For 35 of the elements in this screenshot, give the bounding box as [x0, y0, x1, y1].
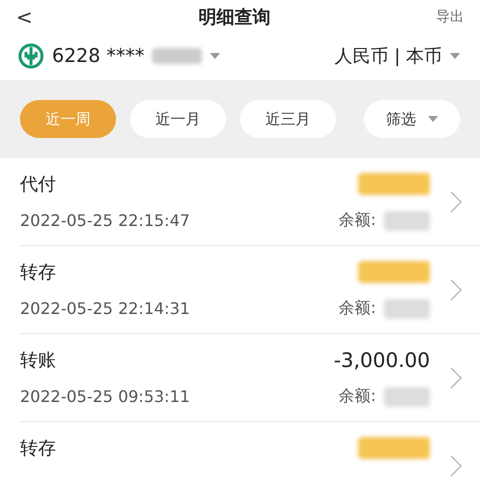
filter-tab[interactable]: 筛选 — [364, 100, 460, 138]
export-button[interactable]: 导出 — [436, 8, 464, 26]
caret-icon — [450, 53, 460, 59]
transaction-row[interactable]: 转存 — [20, 422, 480, 480]
chevron-right-icon — [450, 366, 462, 388]
page-title: 明细查询 — [198, 6, 270, 29]
chevron-right-icon — [450, 278, 462, 300]
transaction-row[interactable]: 转账 -3,000.00 2022-05-25 09:53:11 余额: — [20, 334, 480, 422]
transaction-amount: -3,000.00 — [334, 348, 430, 372]
filter-tab[interactable]: 近三月 — [240, 100, 336, 138]
transaction-row[interactable]: 代付 2022-05-25 22:15:47 余额: — [20, 158, 480, 246]
account-number[interactable]: 6228 **** — [52, 45, 144, 67]
back-button[interactable]: < — [16, 5, 33, 29]
balance-label: 余额: — [338, 298, 376, 319]
transaction-row[interactable]: 转存 2022-05-25 22:14:31 余额: — [20, 246, 480, 334]
filter-tab[interactable]: 近一月 — [130, 100, 226, 138]
redacted-mark — [384, 210, 430, 230]
redacted-mark — [152, 48, 202, 64]
redacted-mark — [384, 298, 430, 318]
transaction-type: 转账 — [20, 348, 56, 372]
currency-selector[interactable]: 人民币 | 本币 — [334, 44, 442, 68]
caret-icon — [210, 53, 220, 59]
transaction-time: 2022-05-25 09:53:11 — [20, 387, 190, 406]
chevron-right-icon — [450, 454, 462, 476]
redacted-mark — [384, 386, 430, 406]
caret-icon — [428, 116, 438, 122]
transaction-type: 转存 — [20, 260, 56, 284]
balance-label: 余额: — [338, 386, 376, 407]
chevron-right-icon — [450, 190, 462, 212]
logo-icon — [18, 43, 44, 69]
transaction-type: 转存 — [20, 436, 56, 460]
transaction-type: 代付 — [20, 172, 56, 196]
transaction-time: 2022-05-25 22:14:31 — [20, 299, 190, 318]
balance-label: 余额: — [338, 210, 376, 231]
transaction-time: 2022-05-25 22:15:47 — [20, 211, 190, 230]
